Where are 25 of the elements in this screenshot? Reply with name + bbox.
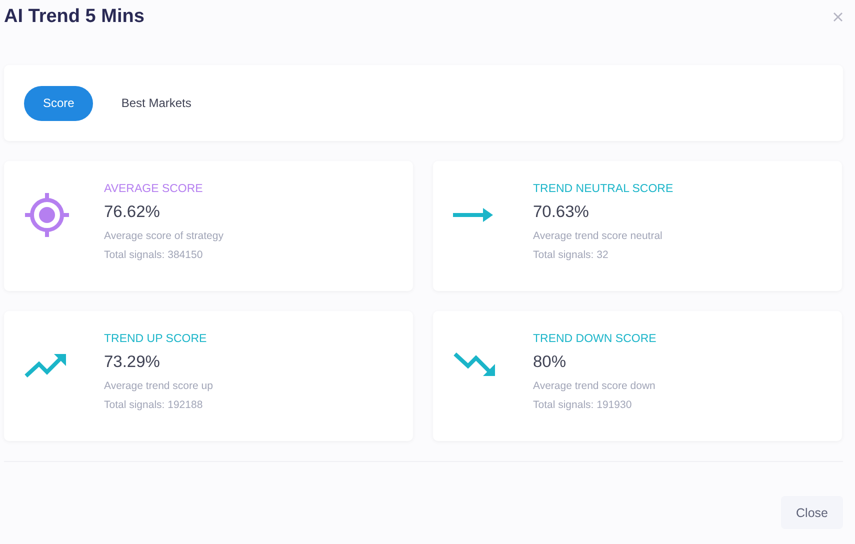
- score-value: 70.63%: [533, 203, 590, 223]
- card-description: Average trend score down: [533, 380, 656, 392]
- card-title: TREND NEUTRAL SCORE: [533, 183, 674, 197]
- card-description: Average trend score up: [104, 380, 213, 392]
- signal-count: Total signals: 32: [533, 249, 610, 261]
- card-title: AVERAGE SCORE: [104, 183, 204, 197]
- close-button[interactable]: Close: [781, 496, 843, 529]
- score-value: 80%: [533, 353, 568, 373]
- trend-down-icon: [453, 352, 495, 378]
- signal-count: Total signals: 384150: [104, 249, 204, 261]
- close-icon[interactable]: [833, 12, 843, 22]
- window-title: AI Trend 5 Mins: [4, 6, 144, 28]
- tab[interactable]: Best Markets: [103, 86, 210, 120]
- card-description: Average score of strategy: [104, 230, 224, 242]
- target-icon: [24, 192, 70, 238]
- tab[interactable]: Score: [24, 86, 94, 120]
- signal-count: Total signals: 191930: [533, 399, 633, 411]
- card-description: Average trend score neutral: [533, 230, 664, 242]
- trend-up-icon: [24, 352, 66, 378]
- signal-count: Total signals: 192188: [104, 399, 204, 411]
- score-value: 73.29%: [104, 353, 161, 373]
- card-title: TREND UP SCORE: [104, 333, 208, 347]
- card-title: TREND DOWN SCORE: [533, 333, 656, 347]
- score-value: 76.62%: [104, 203, 161, 223]
- right-arrow-icon: [453, 208, 493, 222]
